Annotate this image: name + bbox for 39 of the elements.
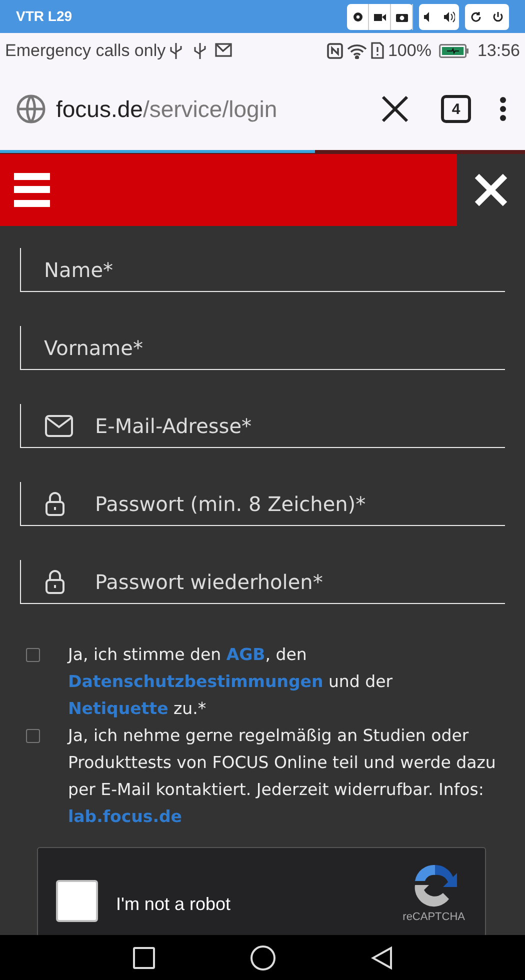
battery-charging-icon <box>439 44 470 58</box>
consent-text: Ja, ich stimme den AGB, den Datenschutzbestimmungen und der Netiquette zu.* <box>68 644 394 720</box>
url-field[interactable]: focus.de/service/login <box>56 92 278 126</box>
checkbox[interactable] <box>26 648 40 662</box>
recent-apps-icon[interactable] <box>132 946 154 968</box>
text-link[interactable]: Datenschutzbestimmungen <box>68 672 324 691</box>
input-field[interactable]: Passwort (min. 8 Zeichen)* <box>20 482 505 526</box>
text-link[interactable]: lab.focus.de <box>68 807 182 826</box>
checkbox[interactable] <box>26 729 40 743</box>
mail-icon <box>214 42 232 58</box>
input-field[interactable]: E-Mail-Adresse* <box>20 404 505 448</box>
wifi-icon <box>346 42 367 58</box>
close-icon[interactable] <box>381 95 409 123</box>
clock-time: 13:56 <box>477 40 520 62</box>
text-link[interactable]: Netiquette <box>68 699 168 718</box>
lock-icon <box>45 491 65 517</box>
text-link[interactable]: AGB <box>226 645 266 664</box>
input-field[interactable]: Passwort wiederholen* <box>20 560 505 604</box>
captcha-checkbox[interactable] <box>56 880 98 922</box>
back-icon[interactable] <box>370 946 392 970</box>
usb-icon <box>170 42 182 60</box>
sim-alert-icon <box>370 42 384 59</box>
home-icon[interactable] <box>250 944 276 970</box>
recaptcha-brand: reCAPTCHA <box>402 910 465 925</box>
consent-text: Ja, ich nehme gerne regelmäßig an Studien oder Produkttests von FOCUS Online teil und werde dazu per E-Mail kontaktiert. Jederzeit widerrufbar. Infos: lab.focus.de <box>68 725 496 828</box>
usb-icon <box>194 42 206 60</box>
tab-count-button[interactable]: 4 <box>441 95 471 123</box>
globe-icon <box>16 94 46 124</box>
envelope-icon <box>45 415 73 437</box>
menu-icon[interactable] <box>14 173 50 207</box>
more-options-icon[interactable] <box>499 96 507 122</box>
carrier-text: Emergency calls only <box>5 40 166 62</box>
nfc-icon <box>326 42 343 58</box>
device-name: VTR L29 <box>16 7 72 26</box>
input-field[interactable]: Name* <box>20 248 505 292</box>
battery-percent: 100% <box>388 40 432 62</box>
lock-icon <box>45 569 65 595</box>
input-field[interactable]: Vorname* <box>20 326 505 370</box>
captcha-label: I'm not a robot <box>116 893 230 916</box>
